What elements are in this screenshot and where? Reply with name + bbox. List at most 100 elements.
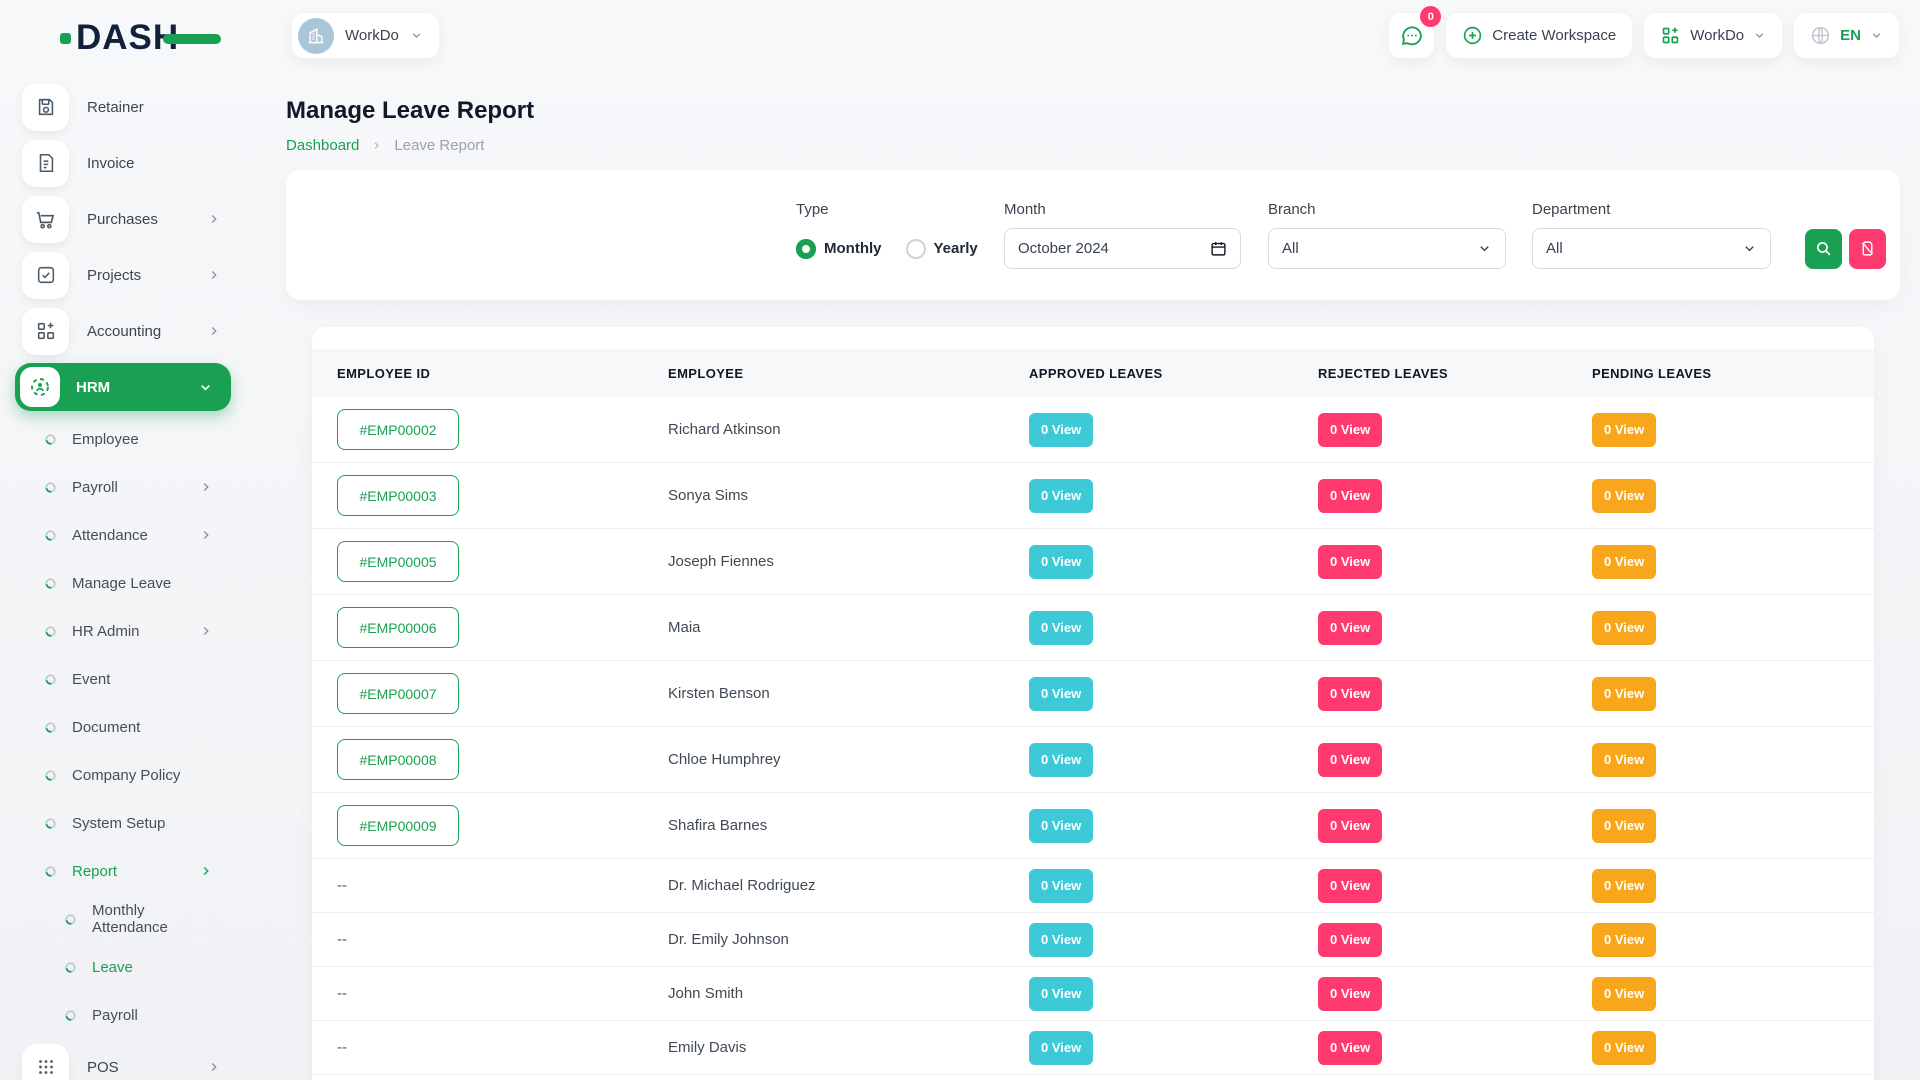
sidebar-item-document[interactable]: Document [0,703,245,751]
table-row: --Emily Davis0 View0 View0 View [312,1021,1874,1075]
department-select[interactable]: All [1532,228,1771,269]
pending-leaves-view-button[interactable]: 0 View [1592,611,1656,645]
approved-leaves-view-button[interactable]: 0 View [1029,869,1093,903]
approved-leaves-view-button[interactable]: 0 View [1029,923,1093,957]
employee-id-badge[interactable]: #EMP00006 [337,607,459,648]
sidebar-item-hr-admin[interactable]: HR Admin [0,607,245,655]
rejected-leaves-view-button[interactable]: 0 View [1318,977,1382,1011]
column-header-employee-id: Employee ID [337,366,668,381]
sidebar-item-company-policy[interactable]: Company Policy [0,751,245,799]
sidebar-item-accounting[interactable]: Accounting [0,303,245,359]
pending-leaves-view-button[interactable]: 0 View [1592,869,1656,903]
pending-leaves-view-button[interactable]: 0 View [1592,413,1656,447]
sidebar-item-purchases[interactable]: Purchases [0,191,245,247]
sidebar-item-report[interactable]: Report [0,847,245,895]
sidebar-item-label: Report [72,863,117,880]
approved-leaves-view-button[interactable]: 0 View [1029,677,1093,711]
month-date-input[interactable]: October 2024 [1004,228,1241,269]
messages-button[interactable]: 0 [1388,12,1435,59]
pending-leaves-view-button[interactable]: 0 View [1592,545,1656,579]
sidebar-item-monthly-attendance[interactable]: Monthly Attendance [0,895,245,943]
sidebar-item-projects[interactable]: Projects [0,247,245,303]
pending-leaves-view-button[interactable]: 0 View [1592,1031,1656,1065]
sidebar-item-label: Event [72,671,110,688]
pending-leaves-view-button[interactable]: 0 View [1592,743,1656,777]
sidebar-item-attendance[interactable]: Attendance [0,511,245,559]
sidebar-item-pos[interactable]: POS [0,1039,245,1080]
type-radio-monthly[interactable]: Monthly [796,239,882,259]
approved-leaves-view-button[interactable]: 0 View [1029,743,1093,777]
rejected-leaves-view-button[interactable]: 0 View [1318,611,1382,645]
bullet-icon [44,625,57,638]
approved-leaves-view-button[interactable]: 0 View [1029,611,1093,645]
bullet-icon [64,961,77,974]
bullet-icon [44,721,57,734]
employee-id-badge[interactable]: #EMP00009 [337,805,459,846]
chevron-down-icon [1870,29,1883,42]
reset-filter-button[interactable] [1849,229,1886,269]
chevron-right-icon [207,1060,221,1074]
sidebar-item-label: HR Admin [72,623,140,640]
approved-leaves-view-button[interactable]: 0 View [1029,545,1093,579]
pending-leaves-view-button[interactable]: 0 View [1592,677,1656,711]
approved-leaves-view-button[interactable]: 0 View [1029,479,1093,513]
purchases-icon [22,196,69,243]
approved-leaves-view-button[interactable]: 0 View [1029,809,1093,843]
employee-id-badge[interactable]: #EMP00003 [337,475,459,516]
employee-id-badge[interactable]: #EMP00005 [337,541,459,582]
pending-leaves-view-button[interactable]: 0 View [1592,809,1656,843]
table-row: #EMP00003Sonya Sims0 View0 View0 View [312,463,1874,529]
sidebar-item-label: Company Policy [72,767,180,784]
sidebar-item-leave[interactable]: Leave [0,943,245,991]
employee-name: Dr. Michael Rodriguez [668,877,1029,894]
sidebar-item-label: Monthly Attendance [92,902,213,936]
search-button[interactable] [1805,229,1842,269]
leave-report-table: Employee IDEmployeeApproved LeavesReject… [312,327,1874,1080]
sidebar-item-payroll[interactable]: Payroll [0,463,245,511]
sidebar-item-payroll[interactable]: Payroll [0,991,245,1039]
messages-count-badge: 0 [1420,6,1441,27]
rejected-leaves-view-button[interactable]: 0 View [1318,809,1382,843]
employee-id-badge[interactable]: #EMP00007 [337,673,459,714]
approved-leaves-view-button[interactable]: 0 View [1029,413,1093,447]
bullet-icon [44,529,57,542]
app-menu-button[interactable]: WorkDo [1643,12,1783,59]
branch-select[interactable]: All [1268,228,1506,269]
type-radio-yearly[interactable]: Yearly [906,239,978,259]
sidebar-item-system-setup[interactable]: System Setup [0,799,245,847]
column-header-rejected-leaves: Rejected Leaves [1318,366,1592,381]
workspace-selector[interactable]: WorkDo [291,12,440,59]
sidebar-item-invoice[interactable]: Invoice [0,135,245,191]
rejected-leaves-view-button[interactable]: 0 View [1318,479,1382,513]
sidebar-item-label: Payroll [92,1007,138,1024]
pos-icon [22,1044,69,1080]
rejected-leaves-view-button[interactable]: 0 View [1318,869,1382,903]
pending-leaves-view-button[interactable]: 0 View [1592,977,1656,1011]
sidebar-item-manage-leave[interactable]: Manage Leave [0,559,245,607]
breadcrumb-dashboard-link[interactable]: Dashboard [286,137,359,154]
column-header-pending-leaves: Pending Leaves [1592,366,1849,381]
sidebar-item-event[interactable]: Event [0,655,245,703]
table-header-row: Employee IDEmployeeApproved LeavesReject… [312,349,1874,397]
sidebar-item-hrm[interactable]: HRM [15,363,231,411]
approved-leaves-view-button[interactable]: 0 View [1029,1031,1093,1065]
rejected-leaves-view-button[interactable]: 0 View [1318,677,1382,711]
rejected-leaves-view-button[interactable]: 0 View [1318,923,1382,957]
create-workspace-button[interactable]: Create Workspace [1445,12,1633,59]
rejected-leaves-view-button[interactable]: 0 View [1318,545,1382,579]
employee-name: Shafira Barnes [668,817,1029,834]
employee-id-badge[interactable]: #EMP00008 [337,739,459,780]
rejected-leaves-view-button[interactable]: 0 View [1318,413,1382,447]
sidebar-item-employee[interactable]: Employee [0,415,245,463]
employee-id-badge[interactable]: #EMP00002 [337,409,459,450]
calendar-icon [1210,240,1227,257]
rejected-leaves-view-button[interactable]: 0 View [1318,743,1382,777]
pending-leaves-view-button[interactable]: 0 View [1592,923,1656,957]
language-button[interactable]: EN [1793,12,1900,59]
pending-leaves-view-button[interactable]: 0 View [1592,479,1656,513]
approved-leaves-view-button[interactable]: 0 View [1029,977,1093,1011]
rejected-leaves-view-button[interactable]: 0 View [1318,1031,1382,1065]
sidebar-item-retainer[interactable]: Retainer [0,79,245,135]
clear-filter-icon [1859,240,1876,257]
sidebar-item-label: Payroll [72,479,118,496]
